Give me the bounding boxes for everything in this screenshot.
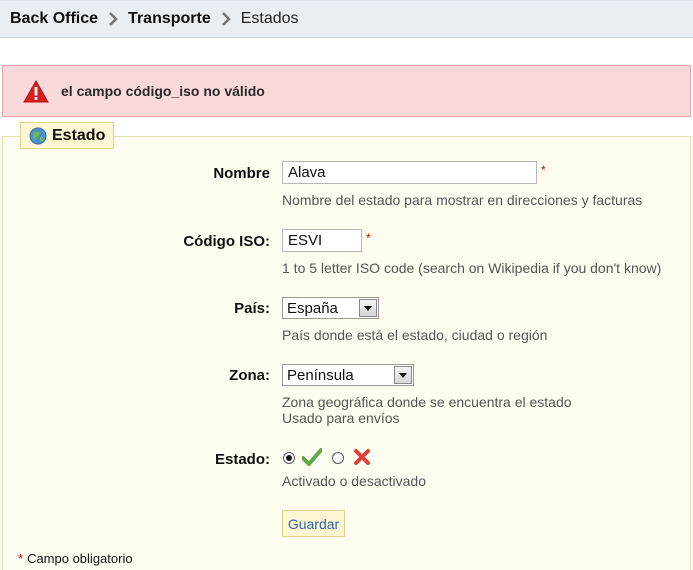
estado-hint: Activado o desactivado (282, 473, 426, 489)
breadcrumb-estados: Estados (240, 10, 299, 27)
fieldset-legend: Estado (20, 122, 115, 149)
codigo-iso-input[interactable] (282, 229, 362, 252)
estado-active-radio[interactable] (283, 452, 295, 464)
zona-selected-value: Península (287, 366, 354, 384)
required-star: * (18, 551, 24, 566)
required-footnote: * Campo obligatorio (18, 551, 133, 566)
breadcrumb-transporte[interactable]: Transporte (128, 10, 211, 28)
globe-icon (29, 127, 47, 145)
check-icon[interactable] (301, 448, 323, 471)
save-button[interactable]: Guardar (282, 510, 345, 537)
chevron-right-icon (211, 9, 241, 29)
pais-select[interactable]: España (282, 297, 379, 319)
codigo-iso-hint: 1 to 5 letter ISO code (search on Wikipe… (282, 260, 662, 276)
zona-hint-line2: Usado para envíos (282, 410, 400, 426)
error-text: el campo código_iso no válido (61, 83, 265, 99)
error-message: el campo código_iso no válido (2, 65, 691, 117)
pais-hint: País donde está el estado, ciudad o regi… (282, 327, 548, 343)
required-mark: * (541, 163, 546, 177)
warning-triangle-icon (23, 79, 49, 103)
required-mark: * (366, 231, 371, 245)
breadcrumb-back-office[interactable]: Back Office (10, 10, 98, 28)
zona-select[interactable]: Península (282, 364, 414, 386)
estado-inactive-radio[interactable] (332, 452, 344, 464)
zona-label: Zona: (229, 367, 270, 384)
estado-label: Estado: (214, 451, 270, 468)
required-footnote-text: Campo obligatorio (27, 551, 133, 566)
chevron-right-icon (98, 9, 128, 29)
legend-title: Estado (52, 126, 106, 144)
nombre-input[interactable] (282, 161, 537, 184)
breadcrumb: Back Office Transporte Estados (0, 0, 693, 38)
pais-label: País: (234, 300, 270, 317)
pais-selected-value: España (287, 299, 338, 317)
nombre-hint: Nombre del estado para mostrar en direcc… (282, 192, 643, 208)
cross-icon[interactable] (353, 448, 371, 471)
dropdown-arrow-icon[interactable] (394, 366, 412, 384)
dropdown-arrow-icon[interactable] (359, 299, 377, 317)
zona-hint-line1: Zona geográfica donde se encuentra el es… (282, 394, 572, 410)
codigo-iso-label: Código ISO: (183, 233, 270, 250)
nombre-label: Nombre (213, 165, 270, 182)
